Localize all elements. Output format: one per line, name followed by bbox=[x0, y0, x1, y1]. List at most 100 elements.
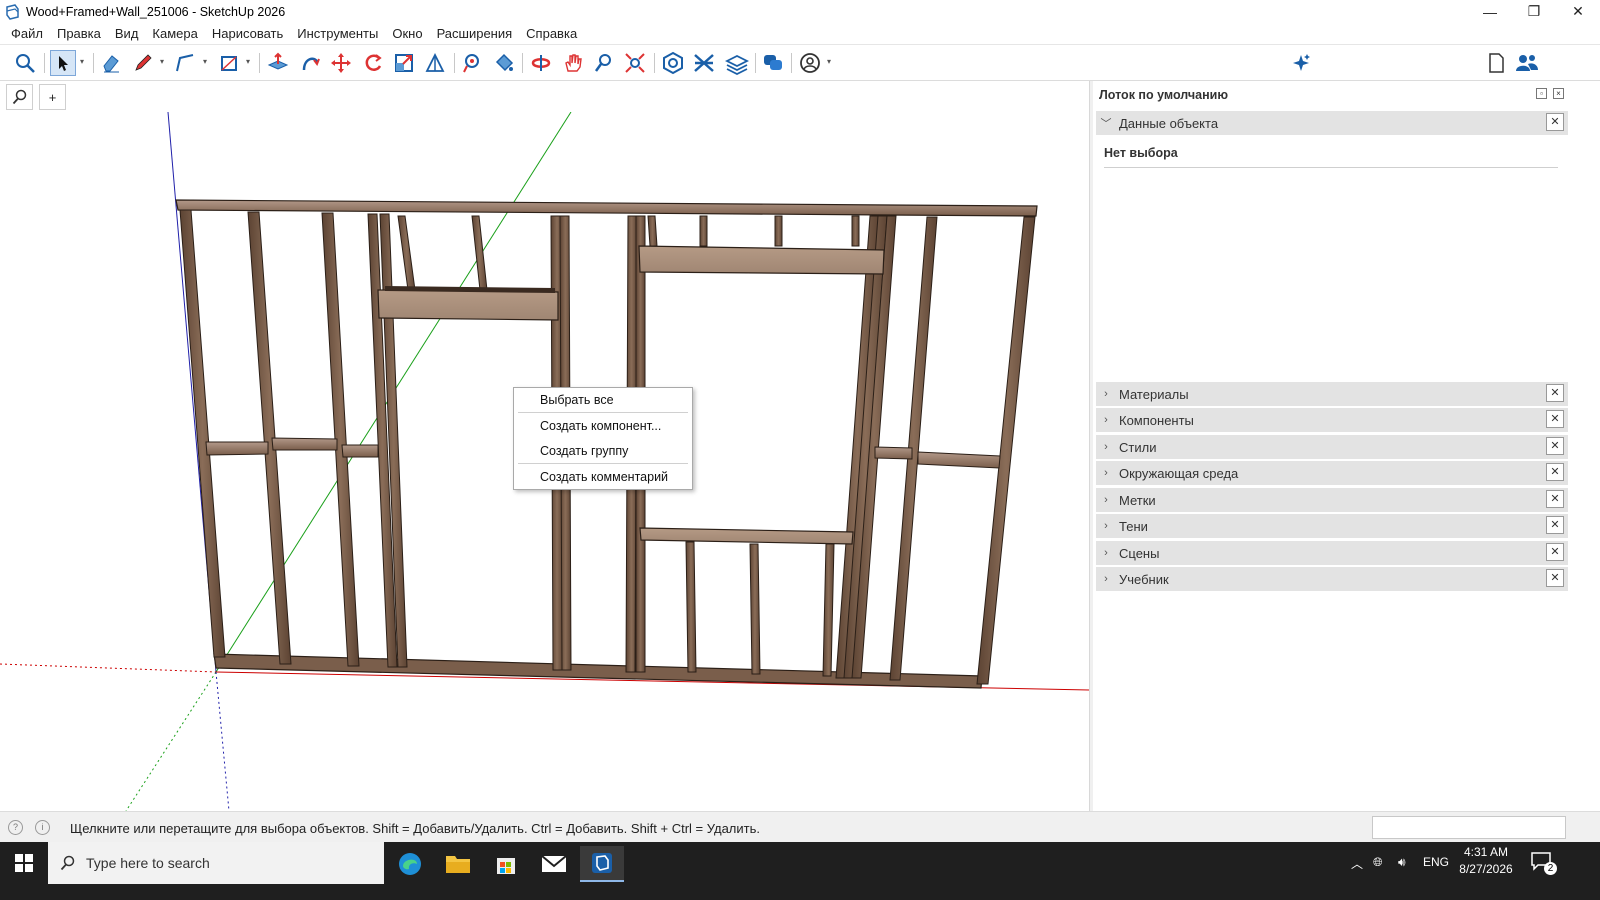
window-sill-right[interactable] bbox=[639, 527, 854, 545]
scale-icon[interactable] bbox=[391, 50, 417, 76]
menu-file[interactable]: Файл bbox=[4, 26, 50, 41]
stud[interactable] bbox=[774, 215, 783, 247]
menu-draw[interactable]: Нарисовать bbox=[205, 26, 290, 41]
rectangle-dropdown-icon[interactable]: ▾ bbox=[246, 57, 254, 67]
measurements-box[interactable] bbox=[1372, 816, 1566, 839]
extension-icon[interactable] bbox=[691, 50, 717, 76]
file-explorer-icon[interactable] bbox=[436, 846, 480, 882]
panel-close-button[interactable]: ✕ bbox=[1546, 437, 1564, 455]
blocking-4[interactable] bbox=[874, 446, 913, 460]
blocking-1[interactable] bbox=[205, 441, 269, 456]
ctx-make-component[interactable]: Создать компонент... bbox=[540, 419, 661, 433]
blocking-3[interactable] bbox=[341, 444, 379, 458]
layout-icon[interactable] bbox=[724, 50, 750, 76]
push-pull-icon[interactable] bbox=[265, 50, 291, 76]
info-icon[interactable]: i bbox=[35, 820, 50, 835]
panel-components[interactable]: › Компоненты ✕ bbox=[1096, 408, 1568, 432]
stud[interactable] bbox=[851, 215, 860, 247]
clock[interactable]: 4:31 AM 8/27/2026 bbox=[1450, 844, 1522, 878]
store-icon[interactable] bbox=[484, 846, 528, 882]
panel-shadows[interactable]: › Тени ✕ bbox=[1096, 514, 1568, 538]
panel-splitter[interactable] bbox=[1089, 81, 1093, 811]
follow-me-icon[interactable] bbox=[297, 50, 323, 76]
panel-close-button[interactable]: ✕ bbox=[1546, 569, 1564, 587]
mail-icon[interactable] bbox=[532, 846, 576, 882]
taskbar-search[interactable]: Type here to search bbox=[48, 842, 384, 884]
rotate-icon[interactable] bbox=[360, 50, 386, 76]
geo-location-icon[interactable]: ? bbox=[8, 820, 23, 835]
users-icon[interactable] bbox=[1514, 50, 1540, 76]
offset-icon[interactable] bbox=[422, 50, 448, 76]
panel-close-button[interactable]: ✕ bbox=[1546, 463, 1564, 481]
network-icon[interactable]: 🌐︎ bbox=[1373, 855, 1383, 870]
stud[interactable] bbox=[397, 215, 416, 291]
stud[interactable] bbox=[179, 209, 226, 658]
select-icon[interactable] bbox=[50, 50, 76, 76]
menu-view[interactable]: Вид bbox=[108, 26, 146, 41]
menu-tools[interactable]: Инструменты bbox=[290, 26, 385, 41]
panel-close-button[interactable]: ✕ bbox=[1546, 113, 1564, 131]
comment-icon[interactable] bbox=[760, 50, 786, 76]
ctx-make-group[interactable]: Создать группу bbox=[540, 444, 628, 458]
panel-close-button[interactable]: ✕ bbox=[1546, 516, 1564, 534]
stud[interactable] bbox=[647, 215, 658, 247]
show-hidden-icons-icon[interactable]: ︿ bbox=[1351, 855, 1363, 872]
line-dropdown-icon[interactable]: ▾ bbox=[203, 57, 211, 67]
ai-sparkle-icon[interactable] bbox=[1288, 50, 1314, 76]
tray-pin-icon[interactable]: ▫ bbox=[1536, 88, 1547, 99]
blocking-2[interactable] bbox=[271, 437, 338, 451]
viewport-search-icon[interactable] bbox=[6, 84, 33, 110]
zoom-icon[interactable] bbox=[591, 50, 617, 76]
stud[interactable] bbox=[699, 215, 708, 247]
stud[interactable] bbox=[685, 541, 697, 673]
window-header-right[interactable] bbox=[638, 245, 885, 275]
warehouse-icon[interactable] bbox=[660, 50, 686, 76]
line-icon[interactable] bbox=[172, 50, 198, 76]
volume-icon[interactable]: 🔊︎ bbox=[1398, 855, 1406, 870]
menu-edit[interactable]: Правка bbox=[50, 26, 108, 41]
panel-scenes[interactable]: › Сцены ✕ bbox=[1096, 541, 1568, 565]
stud[interactable] bbox=[749, 543, 761, 675]
menu-extensions[interactable]: Расширения bbox=[430, 26, 520, 41]
stud[interactable] bbox=[822, 543, 835, 677]
orbit-icon[interactable] bbox=[528, 50, 554, 76]
edge-browser-icon[interactable] bbox=[388, 846, 432, 882]
minimize-button[interactable]: — bbox=[1468, 0, 1512, 23]
rectangle-icon[interactable] bbox=[216, 50, 242, 76]
zoom-extents-icon[interactable] bbox=[622, 50, 648, 76]
maximize-button[interactable]: ❐ bbox=[1512, 0, 1556, 23]
new-file-icon[interactable] bbox=[1483, 50, 1509, 76]
panel-entity-info[interactable]: ﹀ Данные объекта ✕ bbox=[1096, 111, 1568, 135]
tray-close-icon[interactable]: × bbox=[1553, 88, 1564, 99]
stud[interactable] bbox=[976, 216, 1036, 685]
window-header-left[interactable] bbox=[377, 289, 559, 321]
panel-styles[interactable]: › Стили ✕ bbox=[1096, 435, 1568, 459]
tape-measure-icon[interactable] bbox=[460, 50, 486, 76]
top-plate[interactable] bbox=[175, 199, 1038, 217]
language-indicator[interactable]: ENG bbox=[1423, 855, 1449, 869]
pan-icon[interactable] bbox=[560, 50, 586, 76]
panel-close-button[interactable]: ✕ bbox=[1546, 384, 1564, 402]
panel-close-button[interactable]: ✕ bbox=[1546, 490, 1564, 508]
add-tab-button[interactable]: + bbox=[39, 84, 66, 110]
panel-close-button[interactable]: ✕ bbox=[1546, 410, 1564, 428]
panel-environment[interactable]: › Окружающая среда ✕ bbox=[1096, 461, 1568, 485]
panel-instructor[interactable]: › Учебник ✕ bbox=[1096, 567, 1568, 591]
menu-camera[interactable]: Камера bbox=[145, 26, 204, 41]
start-button[interactable] bbox=[0, 842, 48, 884]
stud[interactable] bbox=[471, 215, 488, 291]
panel-close-button[interactable]: ✕ bbox=[1546, 543, 1564, 561]
panel-materials[interactable]: › Материалы ✕ bbox=[1096, 382, 1568, 406]
eraser-icon[interactable] bbox=[98, 50, 124, 76]
panel-tags[interactable]: › Метки ✕ bbox=[1096, 488, 1568, 512]
pencil-icon[interactable] bbox=[130, 50, 156, 76]
bottom-plate[interactable] bbox=[213, 653, 983, 689]
paint-bucket-icon[interactable] bbox=[491, 50, 517, 76]
blocking-5[interactable] bbox=[917, 451, 1001, 469]
account-icon[interactable] bbox=[797, 50, 823, 76]
ctx-select-all[interactable]: Выбрать все bbox=[540, 393, 614, 407]
close-button[interactable]: ✕ bbox=[1556, 0, 1600, 23]
account-dropdown-icon[interactable]: ▾ bbox=[827, 57, 835, 67]
menu-help[interactable]: Справка bbox=[519, 26, 584, 41]
search-icon[interactable] bbox=[12, 50, 38, 76]
